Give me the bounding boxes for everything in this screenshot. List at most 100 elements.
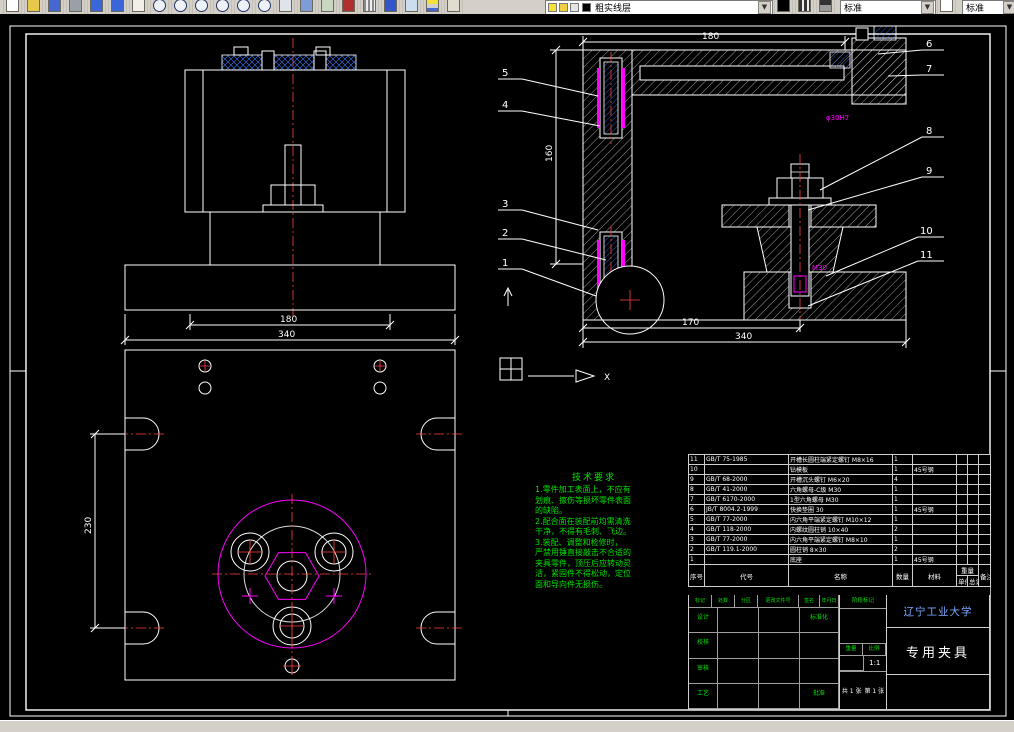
bom-cell: 6 — [688, 504, 705, 515]
zoom-out-icon[interactable] — [234, 0, 253, 14]
bom-cell: 2 — [892, 524, 913, 535]
bom-cell — [978, 494, 991, 505]
bom-cell — [956, 454, 968, 465]
bom-cell: 2 — [892, 544, 913, 555]
field-cell — [718, 608, 759, 634]
bom-cell: 钻模板 — [788, 464, 893, 475]
bom-cell: 1 — [892, 554, 913, 565]
zoom-realtime-icon[interactable] — [150, 0, 169, 14]
field-label: 审核 — [689, 658, 718, 684]
signature-grid: 标记 处数 分区 更改文件号 签名 年月日 设计 标准化 校核 审核 工艺 批准 — [689, 595, 840, 709]
signature-row: 审核 — [689, 658, 839, 684]
drawing-title: 专用夹具 — [887, 628, 989, 675]
bom-cell — [956, 494, 968, 505]
toolbar: 粗实线层 ▼ 标准 ▼ 标准 ▼ — [0, 0, 1014, 15]
bom-rows: 11 GB/T 75-1985 开槽长圆柱端紧定螺钉 M8×16 1 10 钻模板 1 45号… — [688, 454, 991, 565]
chevron-down-icon[interactable]: ▼ — [758, 1, 771, 14]
chevron-down-icon[interactable]: ▼ — [1003, 1, 1014, 14]
field-label: 校核 — [689, 633, 718, 659]
signature-row: 设计 标准化 — [689, 608, 839, 634]
open-icon[interactable] — [24, 0, 43, 14]
3d-views-icon[interactable] — [318, 0, 337, 14]
render-icon[interactable] — [339, 0, 358, 14]
bom-cell: 1 — [688, 554, 705, 565]
bom-cell: 内六角平端紧定螺钉 M8×10 — [788, 534, 893, 545]
properties-icon[interactable] — [402, 0, 421, 14]
bom-cell: 5 — [688, 514, 705, 525]
weight-scale-labels: 重量 比例 — [840, 644, 886, 656]
save-icon[interactable] — [45, 0, 64, 14]
layer-states-icon[interactable] — [444, 0, 463, 14]
chevron-down-icon[interactable]: ▼ — [921, 1, 934, 14]
weight-value — [840, 656, 864, 671]
bom-cell — [912, 534, 957, 545]
bom-cell: 3 — [688, 534, 705, 545]
named-views-icon[interactable] — [297, 0, 316, 14]
x-axis-label: X — [604, 373, 610, 383]
drawing-canvas[interactable]: 180 340 230 M30 φ30H7 180 160 170 340 5 … — [0, 14, 1014, 720]
tech-req-line: 严禁用锤直接敲击不合适的 — [535, 548, 631, 557]
bom-cell — [967, 534, 979, 545]
regen-icon[interactable] — [276, 0, 295, 14]
bom-cell: 1 — [892, 454, 913, 465]
text-style-icon[interactable] — [937, 0, 956, 14]
bom-cell — [956, 464, 968, 475]
layers-icon[interactable] — [423, 0, 442, 14]
bom-cell: 1 — [892, 504, 913, 515]
zoom-window-icon[interactable] — [171, 0, 190, 14]
bom-cell: 9 — [688, 474, 705, 485]
bom-cell — [956, 504, 968, 515]
bom-cell: 六角螺母-C级 M30 — [788, 484, 893, 495]
help-icon[interactable] — [381, 0, 400, 14]
linetype-icon[interactable] — [795, 0, 814, 14]
dim-style-label: 标准 — [966, 4, 985, 14]
bom-cell: GB/T 77-2000 — [704, 534, 789, 545]
bom-cell — [978, 544, 991, 555]
bom-cell: 1型六角螺母 M30 — [788, 494, 893, 505]
bom-row: 3 GB/T 77-2000 内六角平端紧定螺钉 M8×10 1 — [688, 534, 991, 545]
dimension-label: 180 — [280, 315, 297, 325]
layer-on-icon — [548, 3, 557, 12]
bom-cell: GB/T 75-1985 — [704, 454, 789, 465]
field-label: 设计 — [689, 608, 718, 634]
sheet-total: 共 1 张 — [841, 688, 862, 695]
redo-icon[interactable] — [108, 0, 127, 14]
field-cell — [759, 633, 800, 659]
bom-cell — [967, 524, 979, 535]
qnew-icon[interactable] — [3, 0, 22, 14]
bom-cell — [956, 484, 968, 495]
bom-cell: 1 — [892, 464, 913, 475]
field-label: 批准 — [800, 683, 839, 709]
field-label: 处数 — [712, 595, 735, 608]
dimension-label: 340 — [735, 332, 752, 342]
bom-cell — [912, 474, 957, 485]
bom-cell — [978, 534, 991, 545]
dim-style-dropdown[interactable]: 标准 ▼ — [962, 0, 1014, 14]
balloon-label: 4 — [502, 100, 508, 111]
text-style-dropdown[interactable]: 标准 ▼ — [840, 0, 936, 14]
bom-cell — [912, 484, 957, 495]
bom-cell — [912, 494, 957, 505]
field-label: 年月日 — [820, 595, 839, 608]
thread-callout: M30 — [812, 264, 827, 272]
dimension-label: 340 — [278, 330, 295, 340]
bom-cell: 45号钢 — [912, 504, 957, 515]
bom-cell — [967, 514, 979, 525]
layer-freeze-icon — [559, 3, 568, 12]
lineweight-icon[interactable] — [816, 0, 835, 14]
field-cell — [800, 633, 839, 659]
pan-icon[interactable] — [129, 0, 148, 14]
tech-req-line: 活，紧固件不得松动，定位 — [535, 569, 631, 578]
layer-dropdown[interactable]: 粗实线层 ▼ — [545, 0, 773, 14]
dimension-label: 180 — [702, 32, 719, 42]
bom-header-cell: 代号 — [704, 564, 789, 587]
zoom-previous-icon[interactable] — [192, 0, 211, 14]
grid-icon[interactable] — [360, 0, 379, 14]
zoom-extents-icon[interactable] — [255, 0, 274, 14]
print-icon[interactable] — [66, 0, 85, 14]
color-control-icon[interactable] — [774, 0, 793, 14]
balloon-label: 11 — [920, 250, 933, 261]
zoom-in-icon[interactable] — [213, 0, 232, 14]
undo-icon[interactable] — [87, 0, 106, 14]
balloon-label: 2 — [502, 228, 508, 239]
